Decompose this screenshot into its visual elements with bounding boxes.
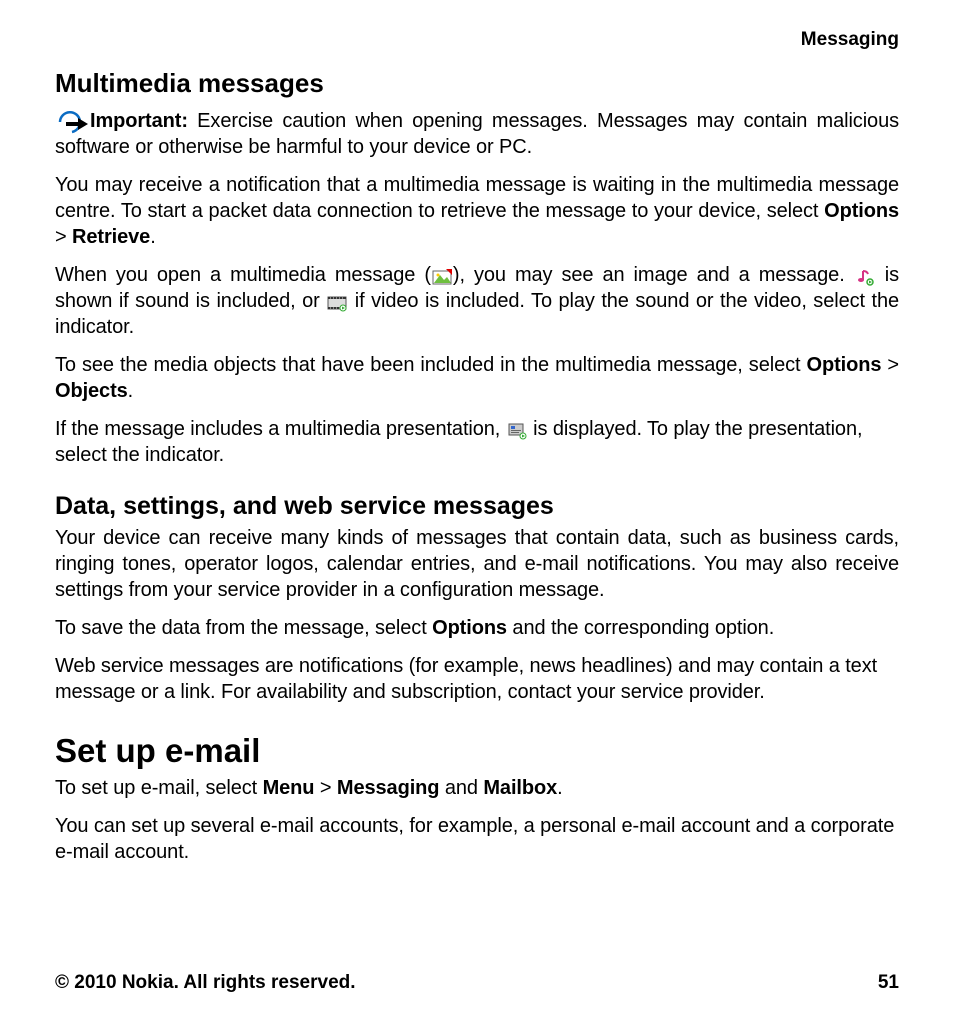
- para-web-service: Web service messages are notifications (…: [55, 653, 899, 705]
- menu-label: Menu: [263, 777, 315, 799]
- text: To save the data from the message, selec…: [55, 617, 432, 639]
- para-data-types: Your device can receive many kinds of me…: [55, 525, 899, 603]
- options-label: Options: [807, 354, 882, 376]
- para-save-data: To save the data from the message, selec…: [55, 615, 899, 641]
- heading-set-up-email: Set up e-mail: [55, 730, 899, 773]
- para-open-mms: When you open a multimedia message ( ), …: [55, 262, 899, 340]
- video-icon: [327, 293, 347, 311]
- presentation-icon: [507, 421, 527, 439]
- objects-label: Objects: [55, 380, 128, 402]
- text: and the corresponding option.: [507, 617, 774, 639]
- heading-data-settings-web: Data, settings, and web service messages: [55, 490, 899, 523]
- mailbox-label: Mailbox: [483, 777, 557, 799]
- para-several-accounts: You can set up several e-mail accounts, …: [55, 813, 899, 865]
- mms-image-icon: [432, 267, 452, 285]
- para-important: Important: Exercise caution when opening…: [55, 108, 899, 160]
- messaging-label: Messaging: [337, 777, 439, 799]
- important-icon: [56, 108, 88, 134]
- sound-icon: [855, 267, 875, 285]
- text: .: [557, 777, 562, 799]
- para-presentation: If the message includes a multimedia pre…: [55, 416, 899, 468]
- separator: >: [881, 354, 899, 376]
- text: When you open a multimedia message (: [55, 264, 431, 286]
- text: If the message includes a multimedia pre…: [55, 418, 506, 440]
- text: To see the media objects that have been …: [55, 354, 807, 376]
- options-label: Options: [432, 617, 507, 639]
- page-header-category: Messaging: [55, 28, 899, 53]
- important-label: Important:: [90, 110, 188, 132]
- separator: >: [314, 777, 337, 799]
- retrieve-label: Retrieve: [72, 226, 150, 248]
- heading-multimedia-messages: Multimedia messages: [55, 67, 899, 101]
- separator: >: [55, 226, 72, 248]
- manual-page: Messaging Multimedia messages Important:…: [0, 0, 954, 1036]
- text: .: [150, 226, 155, 248]
- text: ), you may see an image and a message.: [453, 264, 854, 286]
- page-number: 51: [878, 971, 899, 996]
- page-footer: © 2010 Nokia. All rights reserved. 51: [55, 971, 899, 996]
- options-label: Options: [824, 200, 899, 222]
- para-objects: To see the media objects that have been …: [55, 352, 899, 404]
- para-setup-path: To set up e-mail, select Menu > Messagin…: [55, 775, 899, 801]
- text: You may receive a notification that a mu…: [55, 174, 899, 222]
- text: To set up e-mail, select: [55, 777, 263, 799]
- copyright-text: © 2010 Nokia. All rights reserved.: [55, 971, 356, 996]
- text: .: [128, 380, 133, 402]
- text: and: [439, 777, 483, 799]
- para-retrieve: You may receive a notification that a mu…: [55, 172, 899, 250]
